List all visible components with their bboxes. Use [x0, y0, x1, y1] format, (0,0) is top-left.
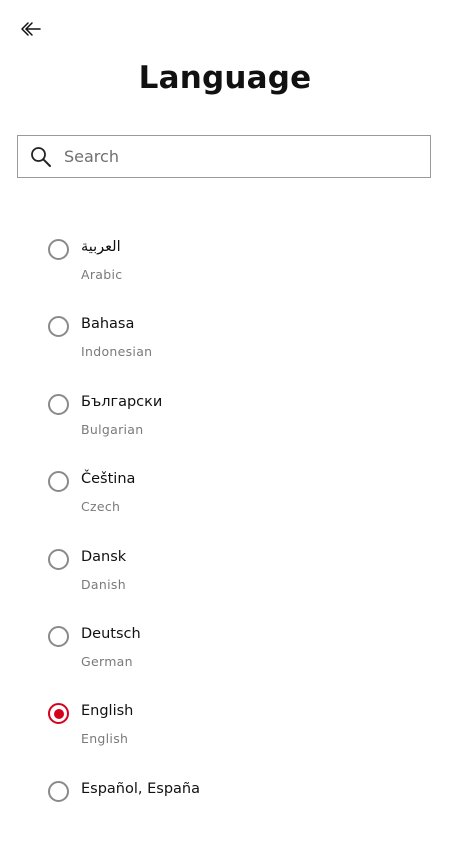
language-item-czech[interactable]: Čeština Czech	[0, 462, 450, 539]
radio-button[interactable]	[48, 239, 69, 260]
language-english-name: Danish	[81, 576, 126, 592]
search-input[interactable]	[64, 147, 384, 166]
back-arrow-icon	[20, 21, 42, 41]
language-native-name: Български	[81, 393, 163, 410]
radio-button[interactable]	[48, 393, 69, 415]
language-native-name: Dansk	[81, 548, 127, 565]
language-native-name: Deutsch	[81, 625, 141, 642]
language-native-name: Čeština	[81, 471, 136, 488]
language-item-danish[interactable]: Dansk Danish	[0, 540, 450, 617]
language-native-name: Español, España	[81, 780, 200, 797]
radio-button[interactable]	[48, 471, 69, 493]
language-native-name: Bahasa	[81, 316, 135, 333]
radio-button[interactable]	[48, 316, 69, 338]
language-english-name: English	[81, 731, 129, 747]
language-item-bulgarian[interactable]: Български Bulgarian	[0, 385, 450, 462]
page-title: Language	[138, 60, 312, 96]
search-box[interactable]	[17, 135, 431, 178]
radio-button[interactable]	[48, 625, 69, 647]
language-item-spanish-spain[interactable]: Español, España	[0, 772, 450, 849]
language-native-name: العربية	[81, 239, 121, 255]
radio-button[interactable]	[48, 780, 69, 802]
search-icon	[30, 146, 52, 168]
language-english-name: Bulgarian	[81, 421, 144, 437]
language-list: العربية Arabic Bahasa Indonesian Българс…	[0, 230, 450, 849]
language-native-name: English	[81, 703, 134, 720]
language-english-name: Indonesian	[81, 344, 153, 360]
back-button[interactable]	[14, 16, 48, 46]
language-english-name: German	[81, 653, 133, 669]
language-item-arabic[interactable]: العربية Arabic	[0, 230, 450, 307]
language-english-name: Arabic	[81, 267, 123, 282]
language-item-indonesian[interactable]: Bahasa Indonesian	[0, 307, 450, 384]
language-english-name: Czech	[81, 499, 121, 515]
radio-button[interactable]	[48, 548, 69, 570]
radio-button-selected[interactable]	[48, 703, 69, 725]
language-item-german[interactable]: Deutsch German	[0, 617, 450, 694]
language-item-english[interactable]: English English	[0, 694, 450, 771]
